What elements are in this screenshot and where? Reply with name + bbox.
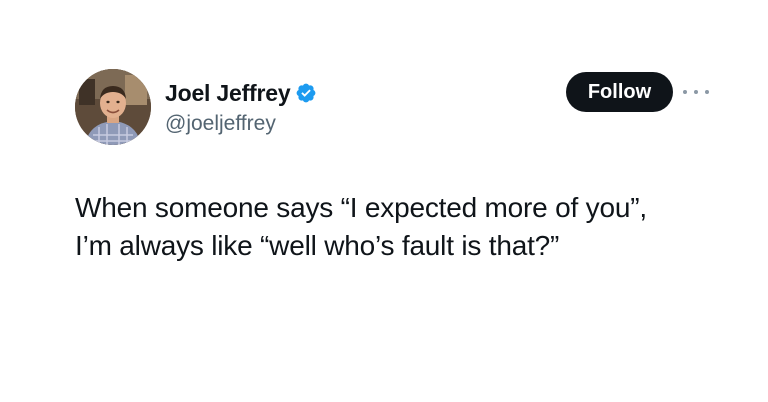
dot-icon bbox=[683, 90, 687, 94]
profile-photo-icon bbox=[75, 69, 151, 145]
tweet-text-line: I’m always like “well who’s fault is tha… bbox=[75, 230, 560, 261]
author-name[interactable]: Joel Jeffrey bbox=[165, 80, 291, 107]
tweet-text-line: When someone says “I expected more of yo… bbox=[75, 192, 647, 223]
tweet-text: When someone says “I expected more of yo… bbox=[75, 189, 735, 265]
more-options-icon[interactable] bbox=[683, 84, 709, 100]
avatar[interactable] bbox=[75, 69, 151, 145]
follow-button[interactable]: Follow bbox=[566, 72, 673, 112]
tweet-card: Joel Jeffrey @joeljeffrey Follow When so… bbox=[0, 0, 768, 402]
author-name-row: Joel Jeffrey bbox=[165, 79, 317, 107]
dot-icon bbox=[694, 90, 698, 94]
dot-icon bbox=[705, 90, 709, 94]
author-handle[interactable]: @joeljeffrey bbox=[165, 112, 276, 136]
verified-badge-icon bbox=[295, 82, 317, 104]
